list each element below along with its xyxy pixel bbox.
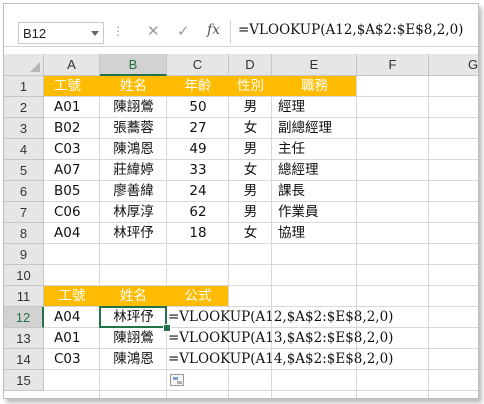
row-header-5[interactable]: 5 — [4, 160, 44, 181]
table1-cell[interactable]: 陳詡鶯 — [100, 97, 167, 118]
name-box-value: B12 — [23, 26, 47, 41]
table2-cell[interactable]: A04 — [54, 307, 80, 328]
table1-cell[interactable]: 男 — [229, 181, 272, 202]
table1-cell[interactable]: 27 — [167, 118, 229, 139]
row-header-7[interactable]: 7 — [4, 202, 44, 223]
table1-cell[interactable]: 陳鴻恩 — [100, 139, 167, 160]
table1-cell[interactable]: 張蕎蓉 — [100, 118, 167, 139]
table2-cell[interactable]: 陳鴻恩 — [100, 349, 167, 370]
formula-bar-border — [4, 46, 478, 47]
selected-cell-b12[interactable] — [99, 306, 167, 328]
table1-cell[interactable]: 林玶伃 — [100, 223, 167, 244]
gridline-vertical — [428, 76, 429, 398]
table1-cell[interactable]: 主任 — [278, 139, 305, 160]
table2-cell[interactable]: C03 — [54, 349, 81, 370]
table1-header-cell[interactable]: 工號 — [54, 76, 81, 97]
table1-cell[interactable]: B02 — [54, 118, 80, 139]
table1-cell[interactable]: 62 — [167, 202, 229, 223]
table1-header-cell[interactable]: 年齡 — [167, 76, 229, 97]
table2-header-cell[interactable]: 姓名 — [100, 286, 167, 307]
column-header-f[interactable]: F — [357, 54, 429, 76]
table1-cell[interactable]: 女 — [229, 160, 272, 181]
row-header-3[interactable]: 3 — [4, 118, 44, 139]
select-all-corner[interactable] — [4, 54, 44, 76]
table1-cell[interactable]: 男 — [229, 97, 272, 118]
formula-text-cell[interactable]: =VLOOKUP(A14,$A$2:$E$8,2,0) — [168, 349, 393, 370]
table1-cell[interactable]: 女 — [229, 223, 272, 244]
column-header-d[interactable]: D — [229, 54, 272, 76]
table1-cell[interactable]: 24 — [167, 181, 229, 202]
gridline-horizontal — [44, 390, 478, 391]
row-header-13[interactable]: 13 — [4, 328, 44, 349]
row-header-10[interactable]: 10 — [4, 265, 44, 286]
table1-cell[interactable]: 副總經理 — [278, 118, 332, 139]
table1-cell[interactable]: 莊緯婷 — [100, 160, 167, 181]
table1-cell[interactable]: 49 — [167, 139, 229, 160]
check-icon[interactable]: ✓ — [177, 22, 190, 40]
table1-cell[interactable]: 女 — [229, 118, 272, 139]
cancel-icon[interactable]: ✕ — [147, 22, 160, 40]
row-header-15[interactable]: 15 — [4, 370, 44, 391]
table1-cell[interactable]: A07 — [54, 160, 80, 181]
paste-options-icon[interactable] — [170, 374, 184, 386]
table1-cell[interactable]: 33 — [167, 160, 229, 181]
table2-header-cell[interactable]: 工號 — [44, 286, 100, 307]
table1-header-cell[interactable]: 性別 — [229, 76, 272, 97]
gridline-horizontal — [44, 264, 478, 265]
table1-cell[interactable]: 總經理 — [278, 160, 319, 181]
formula-text-cell[interactable]: =VLOOKUP(A13,$A$2:$E$8,2,0) — [168, 328, 393, 349]
row-header-8[interactable]: 8 — [4, 223, 44, 244]
table1-cell[interactable]: 經理 — [278, 97, 305, 118]
row-header-2[interactable]: 2 — [4, 97, 44, 118]
column-header-b[interactable]: B — [100, 54, 167, 76]
formula-bar-divider — [230, 20, 231, 44]
table1-cell[interactable]: B05 — [54, 181, 80, 202]
table2-cell[interactable]: 陳詡鶯 — [100, 328, 167, 349]
row-header-9[interactable]: 9 — [4, 244, 44, 265]
column-header-e[interactable]: E — [272, 54, 357, 76]
table2-cell[interactable]: A01 — [54, 328, 80, 349]
row-header-12[interactable]: 12 — [4, 307, 44, 328]
select-all-icon — [30, 62, 40, 72]
column-header-a[interactable]: A — [44, 54, 100, 76]
row-header-14[interactable]: 14 — [4, 349, 44, 370]
table1-header-cell[interactable]: 姓名 — [100, 76, 167, 97]
column-header-g[interactable]: G — [429, 54, 478, 76]
table1-cell[interactable]: 廖善緯 — [100, 181, 167, 202]
table1-cell[interactable]: 課長 — [278, 181, 305, 202]
table1-cell[interactable]: 50 — [167, 97, 229, 118]
table1-cell[interactable]: A01 — [54, 97, 80, 118]
table1-cell[interactable]: 作業員 — [278, 202, 319, 223]
worksheet-grid[interactable]: A B C D E F G 1 2 3 4 5 6 7 8 9 10 11 12 13 14 15 工號 姓名 年齡 性別 職務 A0… — [4, 54, 478, 398]
table1-cell[interactable]: 協理 — [278, 223, 305, 244]
row-header-6[interactable]: 6 — [4, 181, 44, 202]
name-box[interactable]: B12 — [18, 22, 104, 44]
table1-cell[interactable]: C03 — [54, 139, 81, 160]
table1-cell[interactable]: C06 — [54, 202, 81, 223]
row-header-4[interactable]: 4 — [4, 139, 44, 160]
formula-text-cell[interactable]: =VLOOKUP(A12,$A$2:$E$8,2,0) — [168, 307, 393, 328]
chevron-down-icon[interactable] — [91, 31, 99, 36]
fill-handle[interactable] — [163, 324, 171, 332]
table1-cell[interactable]: 男 — [229, 139, 272, 160]
table2-header-cell[interactable]: 公式 — [167, 286, 229, 307]
more-options-icon[interactable]: ⋮ — [112, 24, 124, 38]
column-header-c[interactable]: C — [167, 54, 229, 76]
row-header-11[interactable]: 11 — [4, 286, 44, 307]
table1-cell[interactable]: 林厚淳 — [100, 202, 167, 223]
formula-input[interactable]: =VLOOKUP(A12,$A$2:$E$8,2,0) — [238, 22, 463, 38]
table1-cell[interactable]: A04 — [54, 223, 80, 244]
insert-function-icon[interactable]: fx — [207, 22, 220, 38]
formula-bar: B12 ⋮ ✕ ✓ fx =VLOOKUP(A12,$A$2:$E$8,2,0) — [4, 4, 478, 46]
table1-cell[interactable]: 男 — [229, 202, 272, 223]
table1-header-cell[interactable]: 職務 — [272, 76, 357, 97]
row-header-1[interactable]: 1 — [4, 76, 44, 97]
spreadsheet-window: B12 ⋮ ✕ ✓ fx =VLOOKUP(A12,$A$2:$E$8,2,0)… — [3, 3, 479, 399]
table1-cell[interactable]: 18 — [167, 223, 229, 244]
